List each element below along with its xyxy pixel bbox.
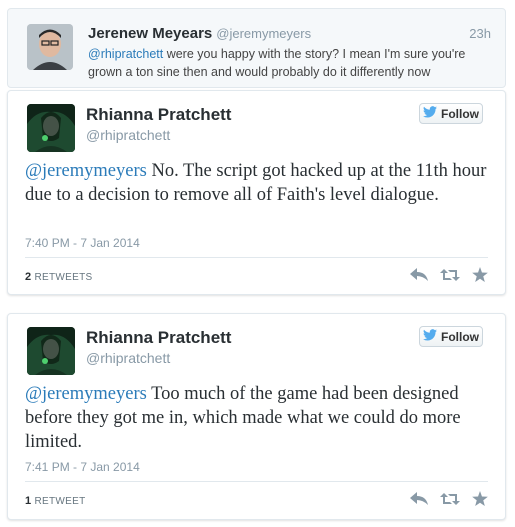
favorite-icon[interactable] <box>472 491 488 506</box>
reply-timestamp[interactable]: 23h <box>469 26 491 41</box>
author-name[interactable]: Rhianna Pratchett <box>86 328 231 348</box>
follow-button-label: Follow <box>441 106 479 121</box>
author-avatar[interactable] <box>27 104 75 152</box>
reply-text: @rhipratchett were you happy with the st… <box>88 47 466 79</box>
reply-author-avatar[interactable] <box>27 24 73 70</box>
twitter-bird-icon <box>423 329 437 344</box>
favorite-icon[interactable] <box>472 267 488 282</box>
retweet-stats[interactable]: 2 RETWEETS <box>25 271 92 283</box>
tweet-actions <box>410 267 488 282</box>
tweet-text: @jeremymeyers Too much of the game had b… <box>25 384 461 452</box>
twitter-bird-icon <box>423 106 437 121</box>
author-handle[interactable]: @rhipratchett <box>86 127 170 143</box>
tweet-mention-link[interactable]: @jeremymeyers <box>25 384 147 404</box>
reply-mention-link[interactable]: @rhipratchett <box>88 47 163 61</box>
retweet-stats[interactable]: 1 RETWEET <box>25 495 86 507</box>
tweet-card: Rhianna Pratchett @rhipratchett Follow @… <box>7 90 506 295</box>
retweet-count-label: RETWEETS <box>34 272 93 283</box>
tweet-actions <box>410 491 488 506</box>
tweet-mention-link[interactable]: @jeremymeyers <box>25 161 147 181</box>
author-avatar[interactable] <box>27 327 75 375</box>
reply-context-card: Jerenew Meyears @jeremymeyers 23h @rhipra… <box>7 8 506 88</box>
reply-icon[interactable] <box>410 267 428 282</box>
reply-author-handle[interactable]: @jeremymeyers <box>216 26 311 41</box>
retweet-count-label: RETWEET <box>34 496 86 507</box>
author-name[interactable]: Rhianna Pratchett <box>86 105 231 125</box>
reply-author-name[interactable]: Jerenew Meyears @jeremymeyers <box>88 25 311 42</box>
divider <box>25 257 488 258</box>
tweet-text: @jeremymeyers No. The script got hacked … <box>25 161 487 205</box>
reply-icon[interactable] <box>410 491 428 506</box>
follow-button[interactable]: Follow <box>419 326 483 347</box>
retweet-count: 2 <box>25 271 32 283</box>
retweet-count: 1 <box>25 495 32 507</box>
author-handle[interactable]: @rhipratchett <box>86 350 170 366</box>
retweet-icon[interactable] <box>440 492 460 506</box>
tweet-timestamp[interactable]: 7:41 PM - 7 Jan 2014 <box>25 460 140 474</box>
retweet-icon[interactable] <box>440 268 460 282</box>
tweet-card: Rhianna Pratchett @rhipratchett Follow @… <box>7 313 506 520</box>
divider <box>25 481 488 482</box>
follow-button-label: Follow <box>441 329 479 344</box>
follow-button[interactable]: Follow <box>419 103 483 124</box>
tweet-timestamp[interactable]: 7:40 PM - 7 Jan 2014 <box>25 236 140 250</box>
